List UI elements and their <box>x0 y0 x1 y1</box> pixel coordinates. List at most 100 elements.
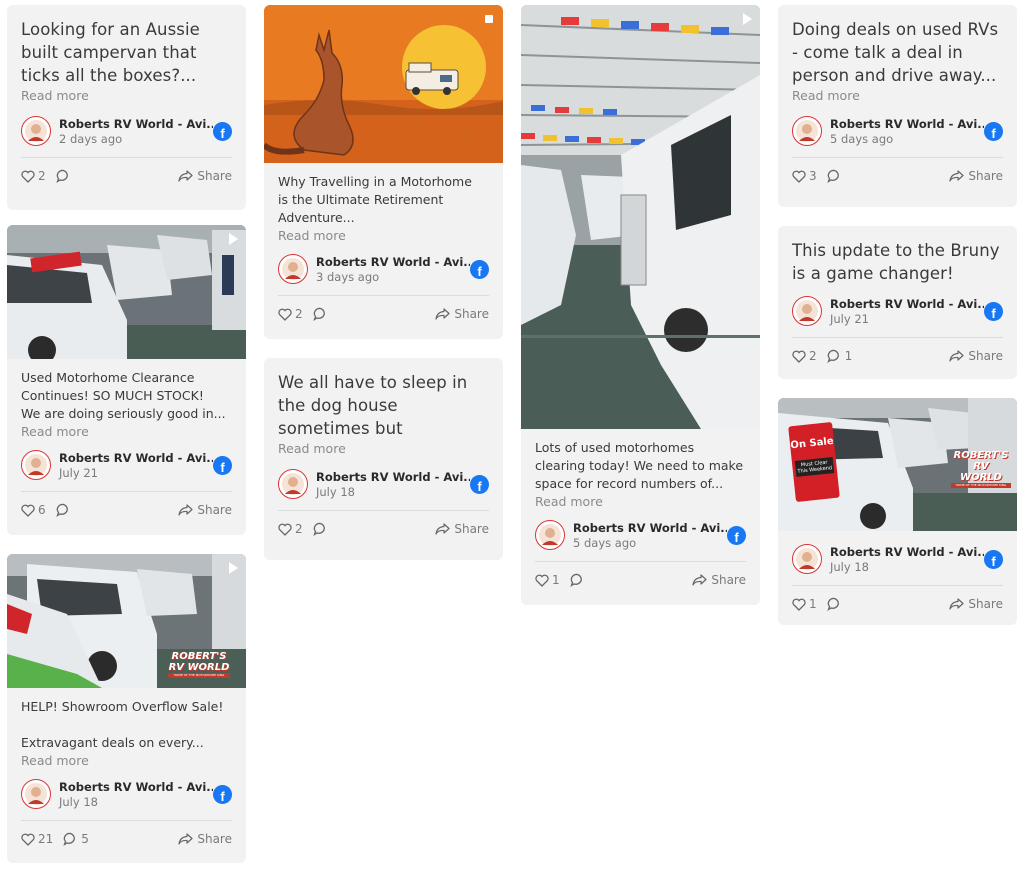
author-name[interactable]: Roberts RV World - Avi... <box>830 297 984 311</box>
facebook-icon[interactable]: f <box>470 259 489 279</box>
post-date[interactable]: July 18 <box>316 485 470 499</box>
logo-text: RV WORLD <box>960 461 1002 483</box>
post-card[interactable]: This update to the Bruny is a game chang… <box>778 226 1017 379</box>
post-card[interactable]: On Sale Must Clear This Weekend ROBERT'S… <box>778 398 1017 625</box>
share-button[interactable]: Share <box>435 522 489 536</box>
share-button[interactable]: Share <box>949 349 1003 363</box>
post-date[interactable]: 3 days ago <box>316 270 470 284</box>
heart-icon <box>21 504 35 517</box>
facebook-icon[interactable]: f <box>984 121 1003 141</box>
post-image[interactable]: ROBERT'S RV WORLD HOME OF THE MOTORHOME … <box>7 554 246 688</box>
author-name[interactable]: Roberts RV World - Avi... <box>830 545 984 559</box>
author-name[interactable]: Roberts RV World - Avi... <box>316 470 470 484</box>
avatar[interactable] <box>278 254 308 284</box>
read-more-link[interactable]: Read more <box>278 441 489 456</box>
comment-button[interactable] <box>55 503 74 517</box>
post-card[interactable]: Used Motorhome Clearance Continues! SO M… <box>7 225 246 535</box>
author-name[interactable]: Roberts RV World - Avi... <box>59 780 213 794</box>
comment-button[interactable] <box>826 169 845 183</box>
author-name[interactable]: Roberts RV World - Avi... <box>316 255 470 269</box>
comment-button[interactable] <box>55 169 74 183</box>
post-text-line: Extravagant deals on every... <box>21 735 204 750</box>
post-image[interactable] <box>521 5 760 429</box>
share-button[interactable]: Share <box>949 597 1003 611</box>
like-button[interactable]: 2 <box>278 307 303 321</box>
post-date[interactable]: July 18 <box>830 560 984 574</box>
like-button[interactable]: 2 <box>278 522 303 536</box>
post-image[interactable] <box>264 5 503 163</box>
author-row: Roberts RV World - Avi... July 18 f <box>21 778 232 810</box>
heart-icon <box>792 350 806 363</box>
comment-button[interactable]: 1 <box>826 349 852 363</box>
comment-button[interactable]: 5 <box>63 832 89 846</box>
post-card[interactable]: ROBERT'S RV WORLD HOME OF THE MOTORHOME … <box>7 554 246 863</box>
author-name[interactable]: Roberts RV World - Avi... <box>573 521 727 535</box>
post-card[interactable]: Lots of used motorhomes clearing today! … <box>521 5 760 605</box>
like-button[interactable]: 3 <box>792 169 817 183</box>
comment-button[interactable] <box>826 597 845 611</box>
like-button[interactable]: 1 <box>792 597 817 611</box>
like-button[interactable]: 6 <box>21 503 46 517</box>
facebook-icon[interactable]: f <box>984 301 1003 321</box>
like-count: 2 <box>295 522 303 536</box>
share-button[interactable]: Share <box>178 169 232 183</box>
like-button[interactable]: 2 <box>21 169 46 183</box>
avatar[interactable] <box>21 450 51 480</box>
share-button[interactable]: Share <box>178 832 232 846</box>
author-row: Roberts RV World - Avi... 2 days ago f <box>21 115 232 147</box>
comment-button[interactable] <box>312 307 331 321</box>
facebook-icon[interactable]: f <box>213 121 232 141</box>
avatar[interactable] <box>535 520 565 550</box>
play-icon[interactable] <box>229 233 238 245</box>
facebook-icon[interactable]: f <box>470 474 489 494</box>
like-button[interactable]: 1 <box>535 573 560 587</box>
logo-tagline: HOME OF THE MOTORHOME KING <box>168 673 230 678</box>
facebook-icon[interactable]: f <box>213 455 232 475</box>
post-text-line: Why Travelling in a Motorhome <box>278 174 472 189</box>
comment-button[interactable] <box>312 522 331 536</box>
post-date[interactable]: July 21 <box>830 312 984 326</box>
read-more-link[interactable]: Read more <box>278 228 489 243</box>
avatar[interactable] <box>278 469 308 499</box>
avatar[interactable] <box>792 296 822 326</box>
post-date[interactable]: 5 days ago <box>830 132 984 146</box>
post-date[interactable]: 2 days ago <box>59 132 213 146</box>
post-text-line: Lots of used motorhomes <box>535 440 695 455</box>
share-button[interactable]: Share <box>692 573 746 587</box>
avatar[interactable] <box>792 116 822 146</box>
share-button[interactable]: Share <box>949 169 1003 183</box>
post-date[interactable]: July 18 <box>59 795 213 809</box>
author-name[interactable]: Roberts RV World - Avi... <box>59 117 213 131</box>
post-card[interactable]: Why Travelling in a Motorhome is the Ult… <box>264 5 503 339</box>
facebook-icon[interactable]: f <box>984 549 1003 569</box>
avatar[interactable] <box>21 116 51 146</box>
post-image[interactable] <box>7 225 246 359</box>
play-icon[interactable] <box>743 13 752 25</box>
read-more-link[interactable]: Read more <box>21 88 232 103</box>
post-date[interactable]: 5 days ago <box>573 536 727 550</box>
post-card[interactable]: We all have to sleep in the dog house so… <box>264 358 503 560</box>
comment-icon <box>312 307 325 321</box>
like-button[interactable]: 21 <box>21 832 53 846</box>
post-date[interactable]: July 21 <box>59 466 213 480</box>
avatar[interactable] <box>792 544 822 574</box>
author-name[interactable]: Roberts RV World - Avi... <box>830 117 984 131</box>
share-button[interactable]: Share <box>178 503 232 517</box>
post-image[interactable]: On Sale Must Clear This Weekend ROBERT'S… <box>778 398 1017 531</box>
read-more-link[interactable]: Read more <box>535 494 746 509</box>
avatar[interactable] <box>21 779 51 809</box>
facebook-icon[interactable]: f <box>727 525 746 545</box>
author-name[interactable]: Roberts RV World - Avi... <box>59 451 213 465</box>
read-more-link[interactable]: Read more <box>792 88 1003 103</box>
carousel-icon[interactable] <box>485 15 493 23</box>
like-button[interactable]: 2 <box>792 349 817 363</box>
share-button[interactable]: Share <box>435 307 489 321</box>
read-more-link[interactable]: Read more <box>21 424 232 439</box>
post-card[interactable]: Doing deals on used RVs - come talk a de… <box>778 5 1017 207</box>
comment-button[interactable] <box>569 573 588 587</box>
comment-count: 5 <box>81 832 89 846</box>
facebook-icon[interactable]: f <box>213 784 232 804</box>
play-icon[interactable] <box>229 562 238 574</box>
post-card[interactable]: Looking for an Aussie built campervan th… <box>7 5 246 210</box>
read-more-link[interactable]: Read more <box>21 753 232 768</box>
